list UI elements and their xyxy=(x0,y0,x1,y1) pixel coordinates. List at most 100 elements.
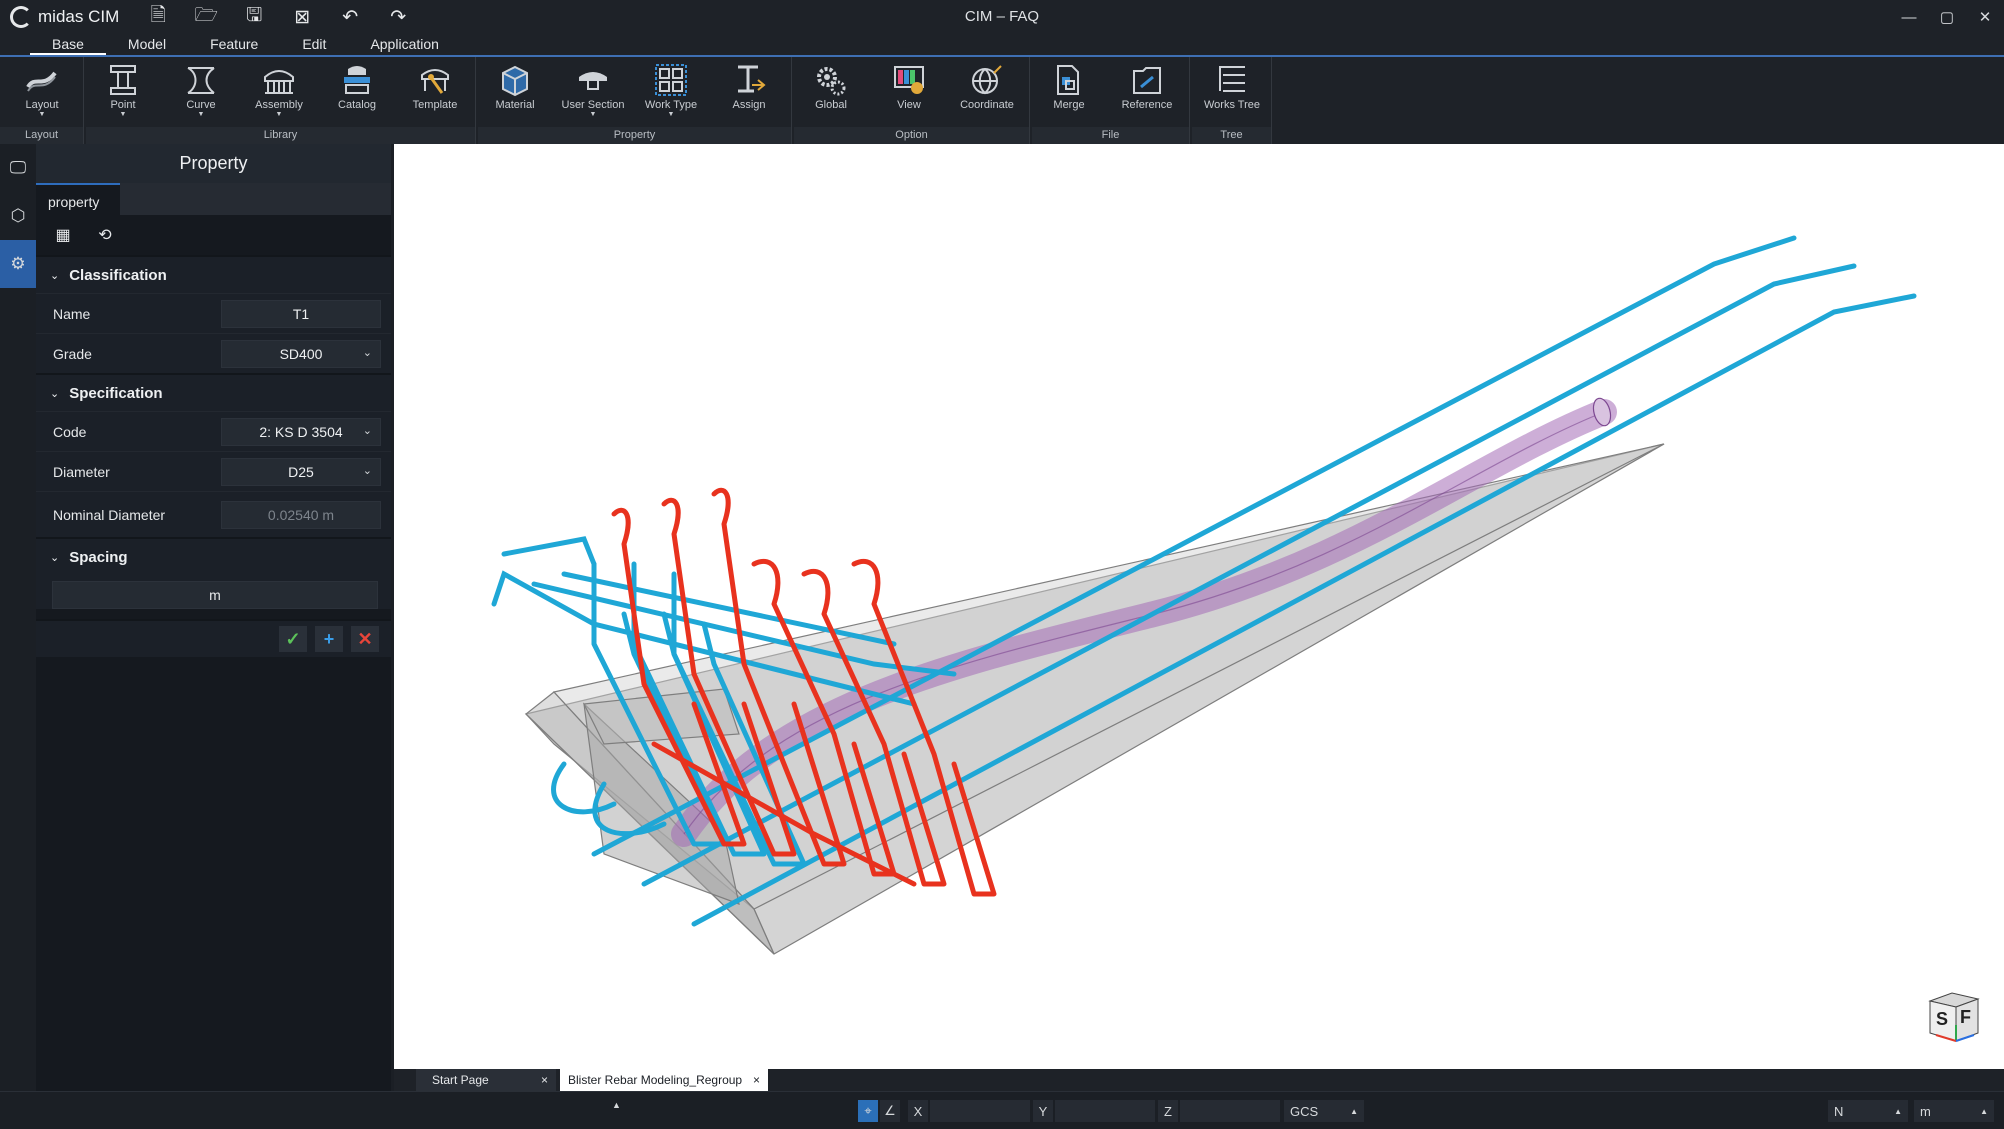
monitor-icon[interactable]: 🖵 xyxy=(0,144,36,192)
classification-header[interactable]: ⌄ Classification xyxy=(36,257,391,293)
diameter-value: D25 xyxy=(288,463,314,480)
merge-label: Merge xyxy=(1053,99,1085,111)
open-folder-icon[interactable]: 🗁 xyxy=(193,4,219,30)
global-button[interactable]: Global xyxy=(794,63,868,125)
ribbon-group-tree: Works Tree Tree xyxy=(1192,57,1272,144)
close-file-icon[interactable]: ⊠ xyxy=(289,4,315,30)
coordinate-button[interactable]: Coordinate xyxy=(950,63,1024,125)
spacing-input[interactable]: m xyxy=(52,581,378,609)
user-section-icon xyxy=(579,72,607,90)
group-label-layout: Layout xyxy=(0,127,83,144)
name-field[interactable]: T1 xyxy=(221,299,381,328)
tab-edit[interactable]: Edit xyxy=(280,34,348,55)
doc-tab-start-page[interactable]: Start Page × xyxy=(416,1069,556,1091)
user-section-button[interactable]: User Section ▼ xyxy=(556,63,630,125)
curve-dropdown-icon: ▼ xyxy=(197,111,205,118)
save-icon[interactable]: 🖫 xyxy=(241,4,267,30)
merge-button[interactable]: Merge xyxy=(1032,63,1106,125)
curve-label: Curve xyxy=(186,99,216,111)
cancel-button[interactable]: ✕ xyxy=(351,626,379,652)
reference-button[interactable]: Reference xyxy=(1110,63,1184,125)
spacing-header[interactable]: ⌄ Spacing xyxy=(36,539,391,575)
grade-label: Grade xyxy=(53,345,92,362)
work-type-label: Work Type xyxy=(644,99,698,111)
navigation-cube[interactable]: S F xyxy=(1922,985,1984,1047)
nominal-diameter-field: 0.02540 m xyxy=(221,500,381,529)
tree-icon xyxy=(1219,66,1245,92)
collapse-icon[interactable]: ▲ xyxy=(612,1094,621,1116)
reset-icon[interactable]: ⟲ xyxy=(94,224,116,246)
document-tabs: Start Page × Blister Rebar Modeling_Regro… xyxy=(394,1069,2004,1091)
chevron-down-icon: ⌄ xyxy=(50,269,60,282)
undo-icon[interactable]: ↶ xyxy=(337,4,363,30)
curve-button[interactable]: Curve ▼ xyxy=(164,63,238,125)
template-button[interactable]: Template xyxy=(398,63,472,125)
assign-label: Assign xyxy=(732,99,766,111)
maximize-icon[interactable]: ▢ xyxy=(1928,0,1966,34)
user-section-label: User Section xyxy=(561,99,625,111)
tab-application[interactable]: Application xyxy=(348,34,461,55)
minimize-icon[interactable]: — xyxy=(1890,0,1928,34)
title-bar: midas CIM 🗎 🗁 🖫 ⊠ ↶ ↷ CIM – FAQ — ▢ ✕ xyxy=(0,0,2004,34)
assembly-button[interactable]: Assembly ▼ xyxy=(242,63,316,125)
work-type-dropdown-icon: ▼ xyxy=(667,111,675,118)
view-icon xyxy=(894,66,924,94)
apply-button[interactable]: ✓ xyxy=(279,626,307,652)
assign-button[interactable]: Assign xyxy=(712,63,786,125)
works-tree-button[interactable]: Works Tree xyxy=(1195,63,1269,125)
z-input[interactable] xyxy=(1180,1100,1280,1122)
layout-button[interactable]: Layout ▼ xyxy=(5,63,79,125)
chevron-down-icon: ⌄ xyxy=(362,424,372,437)
user-section-dropdown-icon: ▼ xyxy=(589,111,597,118)
reference-label: Reference xyxy=(1121,99,1173,111)
redo-icon[interactable]: ↷ xyxy=(385,4,411,30)
tab-base[interactable]: Base xyxy=(30,34,106,55)
close-icon[interactable]: ✕ xyxy=(1966,0,2004,34)
tab-property[interactable]: property xyxy=(36,183,120,215)
y-input[interactable] xyxy=(1055,1100,1155,1122)
catalog-button[interactable]: Catalog xyxy=(320,63,394,125)
close-icon[interactable]: × xyxy=(753,1073,760,1087)
x-input[interactable] xyxy=(930,1100,1030,1122)
add-button[interactable]: + xyxy=(315,626,343,652)
property-gear-icon[interactable]: ⚙ xyxy=(0,240,36,288)
force-unit-value: N xyxy=(1834,1103,1844,1119)
diameter-select[interactable]: D25 ⌄ xyxy=(221,457,381,486)
code-select[interactable]: 2: KS D 3504 ⌄ xyxy=(221,417,381,446)
coordinate-system-select[interactable]: GCS ▲ xyxy=(1284,1100,1364,1122)
new-file-icon[interactable]: 🗎 xyxy=(145,4,171,30)
close-icon[interactable]: × xyxy=(541,1073,548,1087)
point-button[interactable]: Point ▼ xyxy=(86,63,160,125)
classification-section: ⌄ Classification Name T1 Grade SD400 ⌄ xyxy=(36,255,391,373)
material-button[interactable]: Material xyxy=(478,63,552,125)
grade-select[interactable]: SD400 ⌄ xyxy=(221,339,381,368)
panel-actions: ✓ + ✕ xyxy=(36,619,391,657)
snap-icon[interactable]: ⌖ xyxy=(858,1100,878,1122)
assembly-dropdown-icon: ▼ xyxy=(275,111,283,118)
length-unit-select[interactable]: m ▲ xyxy=(1914,1100,1994,1122)
assembly-label: Assembly xyxy=(255,99,303,111)
tab-model[interactable]: Model xyxy=(106,34,188,55)
x-coordinate: X xyxy=(908,1100,1030,1122)
navcube-face-left: S xyxy=(1936,1009,1949,1029)
chevron-up-icon: ▲ xyxy=(1894,1106,1902,1116)
model-viewport[interactable]: S F xyxy=(394,144,2004,1069)
view-button[interactable]: View xyxy=(872,63,946,125)
cube-icon[interactable]: ⬡ xyxy=(0,192,36,240)
calendar-icon[interactable]: ▦ xyxy=(52,224,74,246)
angle-icon[interactable]: ∠ xyxy=(880,1100,900,1122)
point-label: Point xyxy=(110,99,136,111)
code-row: Code 2: KS D 3504 ⌄ xyxy=(36,411,391,451)
logo-icon xyxy=(10,6,32,28)
doc-tab-blister-rebar[interactable]: Blister Rebar Modeling_Regroup × xyxy=(560,1069,768,1091)
tab-feature[interactable]: Feature xyxy=(188,34,280,55)
group-label-file: File xyxy=(1032,127,1189,144)
window-controls: — ▢ ✕ xyxy=(1890,0,2004,34)
work-type-button[interactable]: Work Type ▼ xyxy=(634,63,708,125)
specification-header[interactable]: ⌄ Specification xyxy=(36,375,391,411)
force-unit-select[interactable]: N ▲ xyxy=(1828,1100,1908,1122)
view-cube-icon xyxy=(1928,992,1980,1042)
catalog-icon xyxy=(344,66,370,94)
chevron-down-icon: ⌄ xyxy=(50,387,60,400)
chevron-down-icon: ⌄ xyxy=(50,551,60,564)
